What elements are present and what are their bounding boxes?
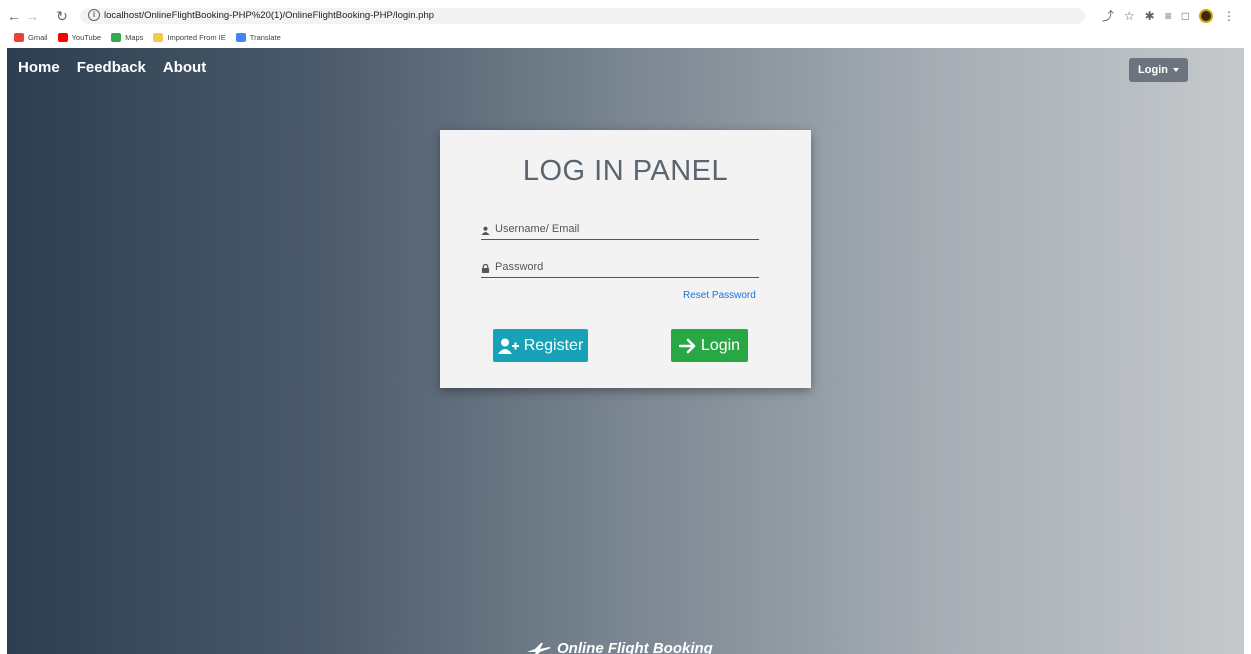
panel-title: LOG IN PANEL [522,155,729,187]
bookmark-gmail[interactable]: Gmail [14,32,48,42]
login-dropdown-label: Login [1138,64,1168,76]
address-row: ← → ↻ i localhost/OnlineFlightBooking-PH… [0,6,1251,26]
user-icon [481,226,490,235]
browser-chrome: ← → ↻ i localhost/OnlineFlightBooking-PH… [0,0,1251,48]
info-icon[interactable]: i [88,9,100,21]
reading-list-icon[interactable]: ≡ [1165,7,1172,25]
login-button[interactable]: Login [671,329,748,362]
page-background: Home Feedback About Login LOG IN PANEL R… [7,48,1244,654]
top-nav: Home Feedback About [18,59,206,76]
login-label: Login [700,336,741,354]
reset-password-link[interactable]: Reset Password [683,290,756,301]
reload-icon[interactable]: ↻ [54,7,70,25]
register-label: Register [523,336,584,354]
youtube-icon [57,32,68,42]
star-icon[interactable]: ☆ [1124,7,1135,25]
password-input[interactable] [495,259,755,275]
bookmark-maps[interactable]: Maps [111,32,144,42]
login-dropdown[interactable]: Login [1129,58,1188,82]
username-input[interactable] [495,221,755,237]
footer-brand: Online Flight Booking [527,640,713,654]
side-panel-icon[interactable]: □ [1182,7,1189,25]
url-text[interactable]: localhost/OnlineFlightBooking-PHP%20(1)/… [104,9,434,22]
login-panel: LOG IN PANEL Reset Password Register Log… [440,130,811,388]
arrow-right-icon [678,338,696,353]
folder-icon [153,32,164,42]
user-plus-icon [497,338,519,354]
bookmark-label: Translate [249,32,281,42]
nav-home[interactable]: Home [18,59,60,76]
caret-down-icon [1172,68,1179,73]
bookmark-youtube[interactable]: YouTube [57,32,102,42]
back-arrow-icon[interactable]: ← [6,7,22,25]
bookmark-label: Maps [125,32,144,42]
extension-icons: ⤴ ☆ ✱ ≡ □ ⋮ [1102,6,1235,26]
menu-dots-icon[interactable]: ⋮ [1223,7,1235,25]
bookmark-translate[interactable]: Translate [235,32,281,42]
bookmark-label: Gmail [28,32,48,42]
puzzle-icon[interactable]: ✱ [1145,7,1155,25]
nav-about[interactable]: About [163,59,206,76]
bookmark-imported[interactable]: Imported From IE [153,32,226,42]
translate-icon [235,32,246,42]
username-field [481,221,759,240]
airplane-icon [527,642,551,654]
bookmarks-bar: Gmail YouTube Maps Imported From IE Tran… [14,30,281,44]
nav-feedback[interactable]: Feedback [77,59,146,76]
bookmark-label: Imported From IE [167,32,226,42]
gmail-icon [14,32,24,42]
footer-brand-label: Online Flight Booking [557,640,713,654]
forward-arrow-icon[interactable]: → [24,7,40,25]
lock-icon [481,264,490,273]
maps-icon [111,32,122,42]
share-icon[interactable]: ⤴ [1102,7,1114,25]
register-button[interactable]: Register [493,329,588,362]
password-field [481,259,759,278]
bookmark-label: YouTube [71,32,102,42]
profile-avatar[interactable] [1199,9,1213,23]
